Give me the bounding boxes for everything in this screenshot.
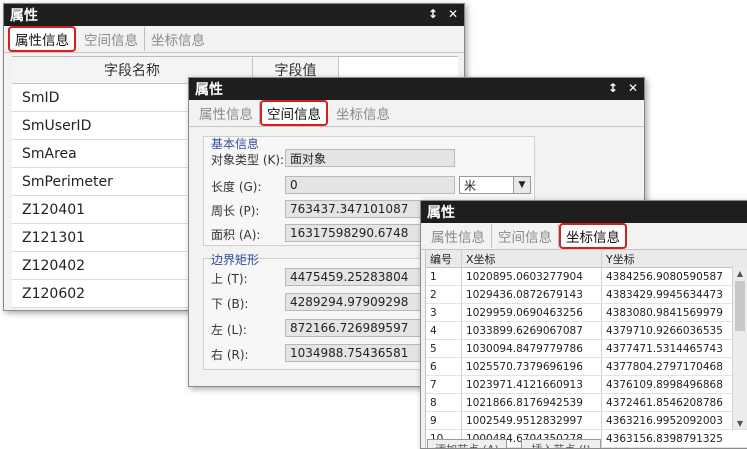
perimeter-label: 周长 (P): (211, 204, 260, 218)
row-y: 4379710.9266036535 (606, 324, 723, 337)
row-x: 1021866.8176942539 (462, 394, 602, 411)
object-type-field[interactable]: 面对象 (285, 149, 455, 167)
row-index: 9 (426, 412, 462, 429)
chevron-down-icon[interactable]: ▼ (513, 177, 530, 193)
tab-coordinate-info[interactable]: 坐标信息 (330, 101, 396, 125)
row-index: 5 (426, 340, 462, 357)
insert-node-button[interactable]: 插入节点 (I) (521, 439, 601, 448)
row-y: 4363156.8398791325 (606, 432, 723, 445)
row-index: 4 (426, 322, 462, 339)
tab-bar: 属性信息 空间信息 坐标信息 (189, 100, 644, 127)
table-header: 编号 X坐标 Y坐标 (426, 250, 747, 268)
row-x: 1033899.6269067087 (462, 322, 602, 339)
basic-info-title: 基本信息 (211, 137, 260, 151)
panel-title: 属性 (427, 205, 455, 221)
tab-attribute-info[interactable]: 属性信息 (8, 26, 76, 52)
bound-right-label: 右 (R): (211, 348, 249, 362)
row-y: 4377804.2797170468 (606, 360, 723, 373)
column-header-x[interactable]: X坐标 (462, 250, 602, 267)
table-row[interactable]: 9 1002549.9512832997 4363216.9952092003 (426, 412, 747, 430)
scrollbar-thumb[interactable] (735, 281, 745, 331)
row-y: 4376109.8998496868 (606, 378, 723, 391)
panel-title: 属性 (195, 82, 223, 98)
pin-icon[interactable]: ↕ (608, 81, 618, 95)
row-y: 4384256.9080590587 (606, 270, 723, 283)
row-y: 4372461.8546208786 (606, 396, 723, 409)
row-x: 1023971.4121660913 (462, 376, 602, 393)
table-row[interactable]: 5 1030094.8479779786 4377471.5314465743 (426, 340, 747, 358)
bound-top-label: 上 (T): (211, 272, 248, 286)
scroll-up-icon[interactable]: ▲ (733, 267, 747, 279)
panel-title: 属性 (10, 8, 38, 24)
tab-bar: 属性信息 空间信息 坐标信息 (4, 26, 464, 53)
row-x: 1029436.0872679143 (462, 286, 602, 303)
panel-title-bar: 属性 ↕ ✕ (189, 78, 644, 100)
row-index: 8 (426, 394, 462, 411)
vertical-scrollbar[interactable]: ▲ ▼ (732, 267, 747, 429)
length-unit-value: 米 (464, 178, 477, 193)
row-index: 3 (426, 304, 462, 321)
area-label: 面积 (A): (211, 228, 261, 242)
tab-spatial-info[interactable]: 空间信息 (78, 27, 145, 51)
row-y: 4363216.9952092003 (606, 414, 723, 427)
table-row[interactable]: 4 1033899.6269067087 4379710.9266036535 (426, 322, 747, 340)
length-unit-select[interactable]: 米 ▼ (459, 176, 531, 194)
row-y: 4383080.9841569979 (606, 306, 723, 319)
coordinate-table: 编号 X坐标 Y坐标 1 1020895.0603277904 4384256.90… (425, 249, 747, 448)
row-x: 1002549.9512832997 (462, 412, 602, 429)
tab-spatial-info[interactable]: 空间信息 (492, 224, 559, 248)
length-field[interactable]: 0 (285, 176, 455, 194)
row-y: 4383429.9945634473 (606, 288, 723, 301)
tab-bar: 属性信息 空间信息 坐标信息 (421, 223, 747, 250)
row-index: 7 (426, 376, 462, 393)
add-node-button[interactable]: 添加节点 (A) (427, 439, 507, 448)
row-x: 1029959.0690463256 (462, 304, 602, 321)
table-row[interactable]: 6 1025570.7379696196 4377804.2797170468 (426, 358, 747, 376)
row-x: 1030094.8479779786 (462, 340, 602, 357)
row-x: 1020895.0603277904 (462, 268, 602, 285)
panel-title-bar: 属性 ↕ ✕ (4, 4, 464, 26)
row-index: 6 (426, 358, 462, 375)
column-header-y[interactable]: Y坐标 (602, 250, 730, 267)
table-row[interactable]: 2 1029436.0872679143 4383429.9945634473 (426, 286, 747, 304)
scroll-down-icon[interactable]: ▼ (733, 417, 747, 429)
length-label: 长度 (G): (211, 180, 262, 194)
close-icon[interactable]: ✕ (448, 7, 458, 21)
row-x: 1025570.7379696196 (462, 358, 602, 375)
bound-left-label: 左 (L): (211, 323, 247, 337)
table-row[interactable]: 7 1023971.4121660913 4376109.8998496868 (426, 376, 747, 394)
row-index: 2 (426, 286, 462, 303)
row-index: 1 (426, 268, 462, 285)
tab-attribute-info[interactable]: 属性信息 (425, 224, 492, 248)
table-row[interactable]: 1 1020895.0603277904 4384256.9080590587 (426, 268, 747, 286)
bounds-title: 边界矩形 (211, 253, 260, 267)
tab-coordinate-info[interactable]: 坐标信息 (145, 27, 211, 51)
bound-bottom-label: 下 (B): (211, 297, 249, 311)
object-type-label: 对象类型 (K): (211, 153, 285, 167)
column-header-index[interactable]: 编号 (426, 250, 462, 267)
table-row[interactable]: 8 1021866.8176942539 4372461.8546208786 (426, 394, 747, 412)
row-y: 4377471.5314465743 (606, 342, 723, 355)
tab-spatial-info[interactable]: 空间信息 (260, 100, 328, 126)
table-row[interactable]: 3 1029959.0690463256 4383080.9841569979 (426, 304, 747, 322)
close-icon[interactable]: ✕ (628, 81, 638, 95)
tab-coordinate-info[interactable]: 坐标信息 (559, 223, 627, 249)
tab-attribute-info[interactable]: 属性信息 (193, 101, 260, 125)
attribute-panel-coordinates: 属性 属性信息 空间信息 坐标信息 编号 X坐标 Y坐标 1 1020895.06… (420, 200, 747, 449)
panel-title-bar: 属性 (421, 201, 747, 223)
pin-icon[interactable]: ↕ (428, 7, 438, 21)
